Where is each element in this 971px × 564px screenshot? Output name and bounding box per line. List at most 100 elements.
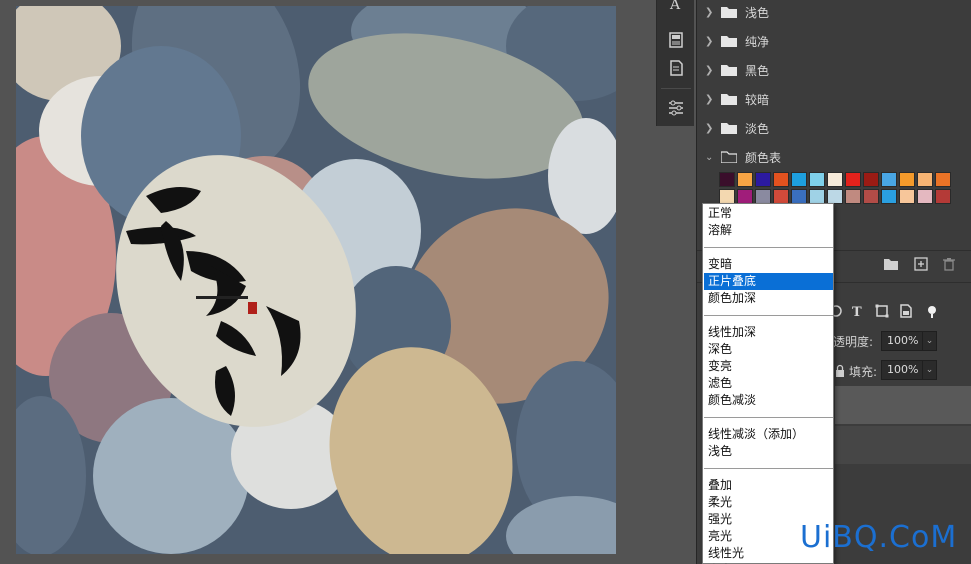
swatch-folder[interactable]: ❯ 黑色 <box>697 56 971 84</box>
fill-value: 100% <box>887 363 919 376</box>
layer-row-selected[interactable] <box>835 386 971 424</box>
blend-mode-option[interactable]: 变暗 <box>704 256 833 273</box>
color-swatch[interactable] <box>755 189 771 204</box>
color-swatch[interactable] <box>719 172 735 187</box>
color-swatch[interactable] <box>809 189 825 204</box>
swatch-folder[interactable]: ❯ 浅色 <box>697 0 971 26</box>
fill-field[interactable]: 100% ⌄ <box>881 360 937 380</box>
opacity-field[interactable]: 100% ⌄ <box>881 331 937 351</box>
smart-object-filter-icon[interactable] <box>899 304 913 318</box>
folder-icon <box>721 7 737 18</box>
document-icon <box>670 60 683 76</box>
menu-separator <box>704 247 833 248</box>
new-group-folder-icon[interactable] <box>883 256 899 272</box>
menu-separator <box>704 315 833 316</box>
adjustments-panel-button[interactable] <box>657 94 695 122</box>
chevron-right-icon[interactable]: ❯ <box>705 123 715 134</box>
layer-row[interactable] <box>835 426 971 464</box>
chevron-down-icon[interactable]: ⌄ <box>705 152 715 163</box>
shape-filter-icon[interactable] <box>875 304 889 318</box>
color-swatch[interactable] <box>791 172 807 187</box>
color-swatch[interactable] <box>719 189 735 204</box>
color-swatch[interactable] <box>917 172 933 187</box>
folder-label: 淡色 <box>745 121 770 136</box>
chevron-down-icon[interactable]: ⌄ <box>922 361 936 379</box>
color-swatch[interactable] <box>737 172 753 187</box>
color-swatch[interactable] <box>899 172 915 187</box>
color-swatch[interactable] <box>827 172 843 187</box>
panel-icon-strip: A <box>656 0 694 126</box>
color-swatch[interactable] <box>845 189 861 204</box>
color-swatch[interactable] <box>737 189 753 204</box>
chevron-right-icon[interactable]: ❯ <box>705 7 715 18</box>
color-swatch[interactable] <box>863 172 879 187</box>
color-swatch[interactable] <box>899 189 915 204</box>
folder-label: 纯净 <box>745 34 770 49</box>
menu-separator <box>704 417 833 418</box>
folder-open-icon <box>721 151 737 163</box>
color-swatch[interactable] <box>935 172 951 187</box>
blend-mode-option[interactable]: 滤色 <box>704 375 833 392</box>
site-watermark: UiBQ.CoM <box>800 520 958 555</box>
folder-icon <box>721 123 737 134</box>
color-swatch[interactable] <box>863 189 879 204</box>
color-swatch[interactable] <box>845 172 861 187</box>
color-swatch[interactable] <box>809 172 825 187</box>
blend-mode-option[interactable]: 深色 <box>704 341 833 358</box>
blend-mode-option[interactable]: 线性加深 <box>704 324 833 341</box>
new-swatch-icon[interactable] <box>913 256 929 272</box>
blend-mode-option[interactable]: 浅色 <box>704 443 833 460</box>
folder-icon <box>721 65 737 76</box>
folder-label: 较暗 <box>745 92 770 107</box>
blend-mode-option[interactable]: 叠加 <box>704 477 833 494</box>
blend-mode-option[interactable]: 正常 <box>704 205 833 222</box>
folder-label: 颜色表 <box>745 150 782 165</box>
folder-label: 黑色 <box>745 63 770 78</box>
color-swatch[interactable] <box>881 189 897 204</box>
filter-toggle-icon[interactable] <box>925 304 939 318</box>
blend-mode-option[interactable]: 溶解 <box>704 222 833 239</box>
sliders-icon <box>669 100 683 116</box>
menu-separator <box>704 468 833 469</box>
color-swatch[interactable] <box>917 189 933 204</box>
document-canvas[interactable] <box>16 6 616 554</box>
color-swatch[interactable] <box>827 189 843 204</box>
swatch-folder-open[interactable]: ⌄ 颜色表 <box>697 143 971 171</box>
color-swatch[interactable] <box>791 189 807 204</box>
notes-panel-button[interactable] <box>657 54 695 82</box>
trash-icon[interactable] <box>941 256 957 272</box>
chevron-right-icon[interactable]: ❯ <box>705 65 715 76</box>
character-panel-button[interactable]: A <box>657 0 695 18</box>
color-swatch[interactable] <box>935 189 951 204</box>
chevron-right-icon[interactable]: ❯ <box>705 94 715 105</box>
svg-text:A: A <box>669 0 681 13</box>
folder-icon <box>721 36 737 47</box>
folder-icon <box>721 94 737 105</box>
blend-mode-option[interactable]: 颜色减淡 <box>704 392 833 409</box>
blend-mode-option[interactable]: 正片叠底 <box>704 273 833 290</box>
paragraph-panel-button[interactable] <box>657 26 695 54</box>
color-swatch[interactable] <box>773 172 789 187</box>
svg-text:T: T <box>852 305 862 318</box>
chevron-down-icon[interactable]: ⌄ <box>922 332 936 350</box>
color-swatch[interactable] <box>773 189 789 204</box>
swatch-folder[interactable]: ❯ 较暗 <box>697 85 971 113</box>
type-filter-icon[interactable]: T <box>851 304 865 318</box>
opacity-value: 100% <box>887 334 919 347</box>
swatch-folder[interactable]: ❯ 纯净 <box>697 27 971 55</box>
fill-label: 填充: <box>849 365 878 379</box>
color-swatch[interactable] <box>755 172 771 187</box>
lock-icon[interactable] <box>833 364 847 378</box>
pebbles-photo <box>16 6 616 554</box>
color-swatch[interactable] <box>881 172 897 187</box>
blend-mode-option[interactable]: 变亮 <box>704 358 833 375</box>
blend-mode-option[interactable]: 颜色加深 <box>704 290 833 307</box>
blend-mode-menu: 正常 溶解变暗 正片叠底 颜色加深线性加深 深色 变亮 滤色 颜色减淡线性减淡（添加） 浅色叠加… <box>702 203 834 564</box>
swatch-folder[interactable]: ❯ 淡色 <box>697 114 971 142</box>
blend-mode-option[interactable]: 线性减淡（添加） <box>704 426 833 443</box>
blend-mode-option[interactable]: 柔光 <box>704 494 833 511</box>
text-a-icon: A <box>669 0 681 13</box>
layout-icon <box>669 32 683 48</box>
chevron-right-icon[interactable]: ❯ <box>705 36 715 47</box>
strip-divider <box>661 88 691 89</box>
